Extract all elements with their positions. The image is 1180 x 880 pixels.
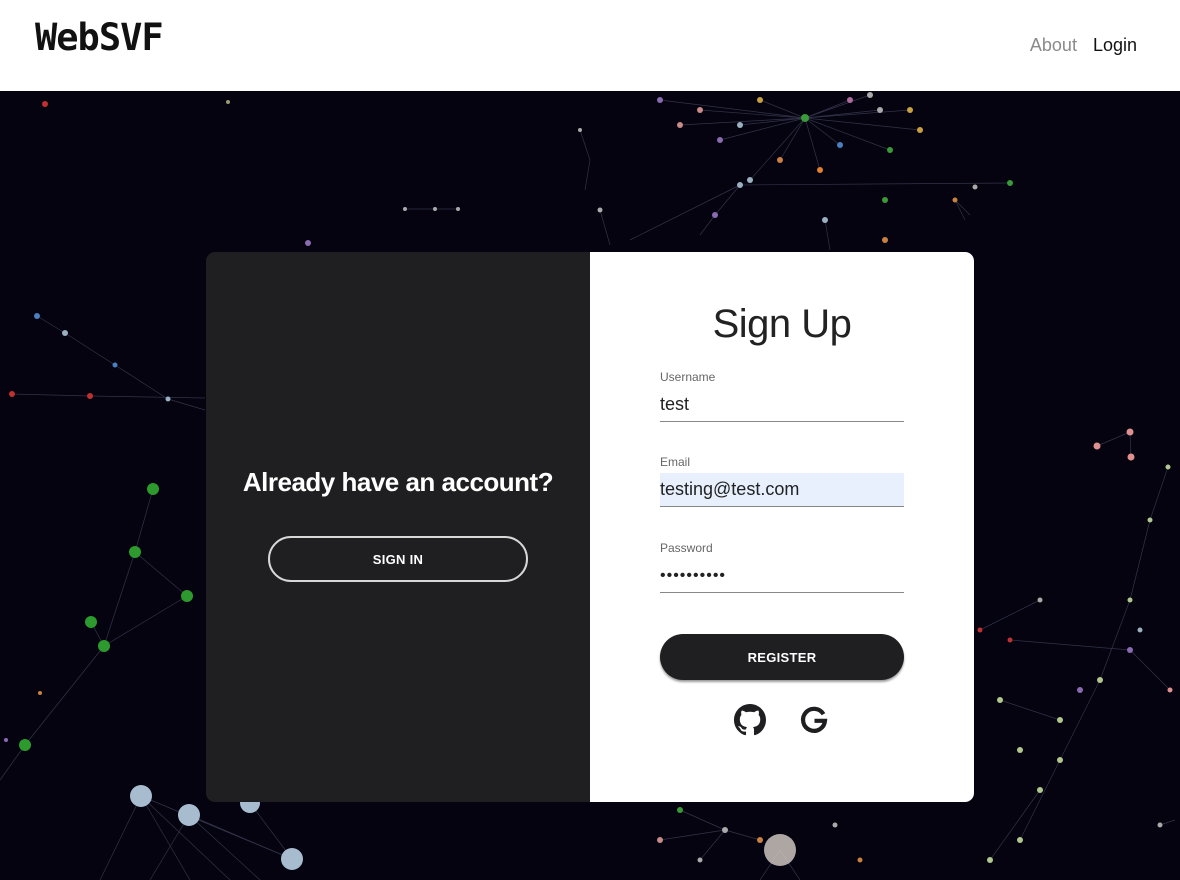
register-button[interactable]: REGISTER — [660, 634, 904, 680]
email-label: Email — [660, 455, 691, 469]
email-field[interactable] — [660, 473, 904, 507]
username-field-group: Username — [660, 370, 904, 422]
logo[interactable]: WebSVF — [35, 16, 164, 59]
auth-card: Already have an account? SIGN IN Sign Up… — [206, 252, 974, 802]
password-label: Password — [660, 541, 713, 555]
password-field-group: Password — [660, 541, 904, 593]
signin-panel: Already have an account? SIGN IN — [206, 252, 590, 802]
signin-prompt: Already have an account? — [242, 467, 554, 497]
signup-panel: Sign Up Username Email Password REGISTER — [590, 252, 974, 802]
username-label: Username — [660, 370, 716, 384]
top-nav: About Login — [1030, 35, 1137, 56]
google-icon[interactable] — [798, 704, 830, 736]
page-title: Sign Up — [712, 302, 852, 346]
username-field[interactable] — [660, 388, 904, 422]
email-field-group: Email — [660, 455, 904, 507]
github-icon[interactable] — [734, 704, 766, 736]
social-login — [590, 704, 974, 736]
nav-about-link[interactable]: About — [1030, 35, 1077, 56]
password-field[interactable] — [660, 559, 904, 593]
top-header: WebSVF About Login — [0, 0, 1180, 91]
nav-login-link[interactable]: Login — [1093, 35, 1137, 56]
sign-in-button[interactable]: SIGN IN — [268, 536, 528, 582]
